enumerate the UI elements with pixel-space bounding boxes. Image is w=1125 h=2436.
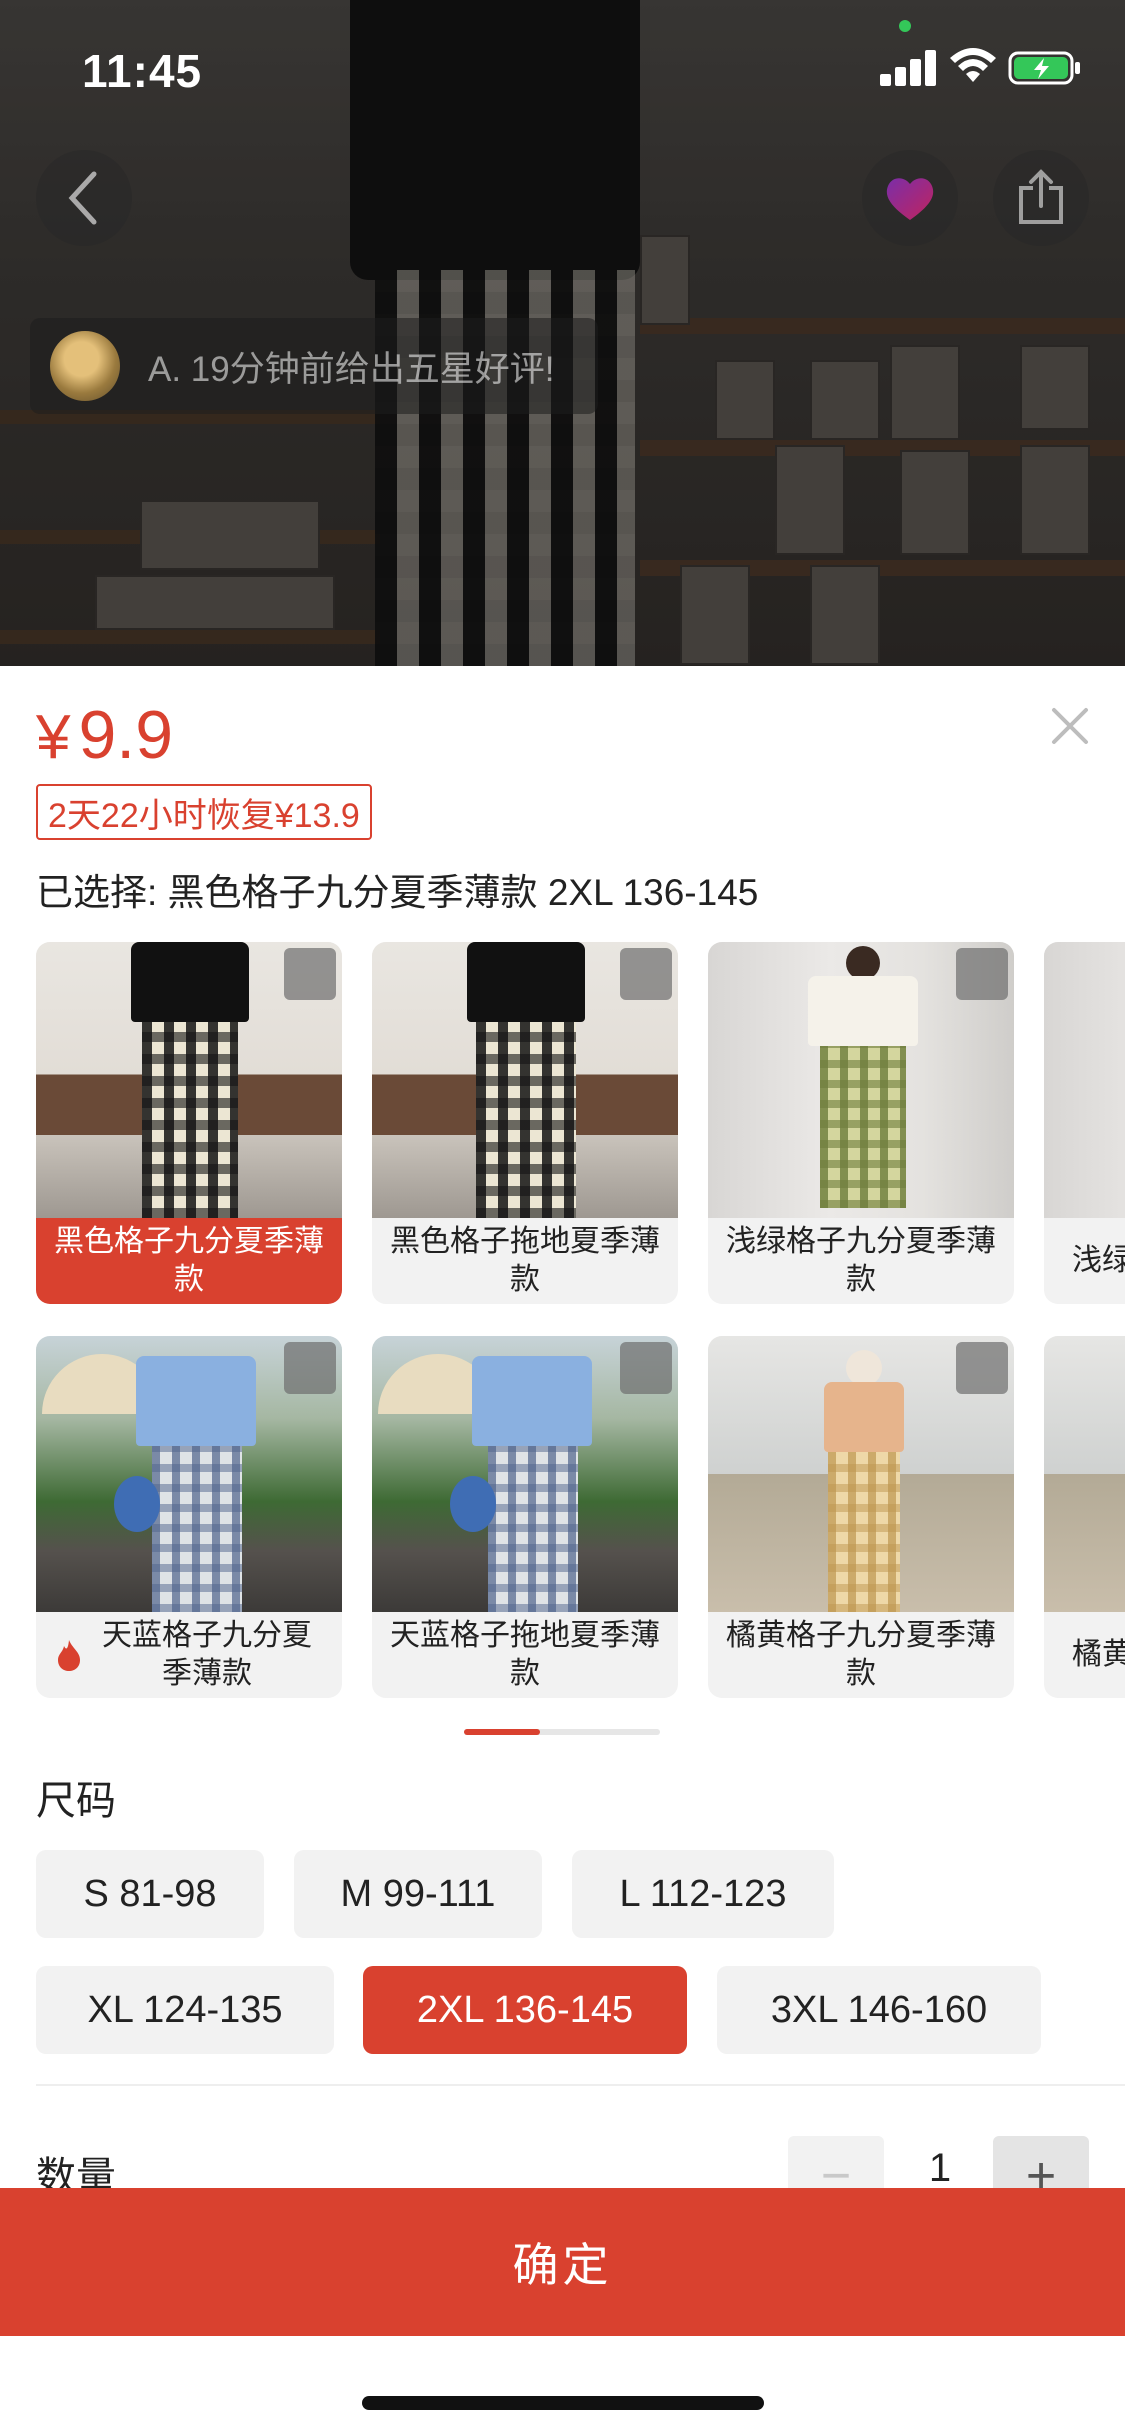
size-option-l[interactable]: L 112-123 <box>572 1850 834 1938</box>
share-button[interactable] <box>993 150 1089 246</box>
expand-icon[interactable] <box>284 948 336 1000</box>
expand-icon[interactable] <box>620 1342 672 1394</box>
chevron-left-icon <box>68 171 97 225</box>
variant-label: 天蓝格子拖地夏季薄款 <box>390 1619 660 1690</box>
variant-option[interactable]: 橘黄 <box>1044 1336 1125 1698</box>
variant-option[interactable]: 浅绿格子九分夏季薄款 <box>708 942 1014 1304</box>
variant-option[interactable]: 天蓝格子拖地夏季薄款 <box>372 1336 678 1698</box>
reviewer-avatar <box>50 331 120 401</box>
variant-option[interactable]: 天蓝格子九分夏季薄款 <box>36 1336 342 1698</box>
share-icon <box>1019 169 1063 224</box>
back-button[interactable] <box>36 150 132 246</box>
size-option-xl[interactable]: XL 124-135 <box>36 1966 334 2054</box>
price-restore-tag: 2天22小时恢复¥13.9 <box>36 784 372 840</box>
expand-icon[interactable] <box>620 948 672 1000</box>
live-button[interactable] <box>862 150 958 246</box>
expand-icon[interactable] <box>956 948 1008 1000</box>
close-icon[interactable] <box>1046 702 1094 750</box>
price-currency: ¥ <box>36 703 71 772</box>
size-option-s[interactable]: S 81-98 <box>36 1850 264 1938</box>
variant-image <box>1044 942 1125 1218</box>
quantity-value[interactable]: 1 <box>900 2146 980 2191</box>
confirm-button[interactable]: 确定 <box>0 2188 1125 2336</box>
size-section-title: 尺码 <box>36 1779 116 1823</box>
privacy-indicator <box>899 20 911 32</box>
wifi-icon <box>950 48 996 82</box>
sku-selection-sheet: ¥9.9 2天22小时恢复¥13.9 已选择: 黑色格子九分夏季薄款 2XL 1… <box>0 666 1125 2436</box>
variant-option[interactable]: 浅绿 <box>1044 942 1125 1304</box>
carousel-scroll-indicator <box>464 1729 660 1735</box>
variant-carousel[interactable]: 黑色格子九分夏季薄款 黑色格子拖地夏季薄款 浅绿格子九分夏季薄款 浅绿 天蓝格子… <box>0 942 1125 1708</box>
flame-icon <box>58 1640 80 1671</box>
review-banner: A. 19分钟前给出五星好评! <box>30 318 598 414</box>
expand-icon[interactable] <box>956 1342 1008 1394</box>
battery-icon <box>1008 51 1080 85</box>
variant-label: 橘黄 <box>1072 1638 1125 1671</box>
price: ¥9.9 <box>36 696 173 774</box>
carousel-scroll-thumb <box>464 1729 540 1735</box>
variant-option[interactable]: 橘黄格子九分夏季薄款 <box>708 1336 1014 1698</box>
divider <box>36 2084 1125 2086</box>
status-time: 11:45 <box>82 45 203 97</box>
status-bar: 11:45 <box>0 0 1125 132</box>
selected-summary: 已选择: 黑色格子九分夏季薄款 2XL 136-145 <box>36 872 759 913</box>
cellular-signal-icon <box>880 50 936 86</box>
live-icon <box>886 178 934 220</box>
home-indicator <box>362 2396 764 2410</box>
variant-label: 黑色格子拖地夏季薄款 <box>390 1225 660 1296</box>
variant-label: 浅绿 <box>1072 1244 1125 1277</box>
price-amount: 9.9 <box>78 697 174 773</box>
variant-image <box>1044 1336 1125 1612</box>
variant-label: 黑色格子九分夏季薄款 <box>36 1218 342 1304</box>
review-text: A. 19分钟前给出五星好评! <box>148 349 555 389</box>
variant-label: 浅绿格子九分夏季薄款 <box>726 1225 996 1296</box>
size-option-3xl[interactable]: 3XL 146-160 <box>717 1966 1041 2054</box>
variant-label: 橘黄格子九分夏季薄款 <box>726 1619 996 1690</box>
size-option-m[interactable]: M 99-111 <box>294 1850 542 1938</box>
variant-option[interactable]: 黑色格子九分夏季薄款 <box>36 942 342 1304</box>
variant-label: 天蓝格子九分夏季薄款 <box>36 1612 342 1698</box>
variant-option[interactable]: 黑色格子拖地夏季薄款 <box>372 942 678 1304</box>
size-option-2xl[interactable]: 2XL 136-145 <box>363 1966 687 2054</box>
expand-icon[interactable] <box>284 1342 336 1394</box>
variant-label-text: 天蓝格子九分夏季薄款 <box>102 1619 312 1690</box>
